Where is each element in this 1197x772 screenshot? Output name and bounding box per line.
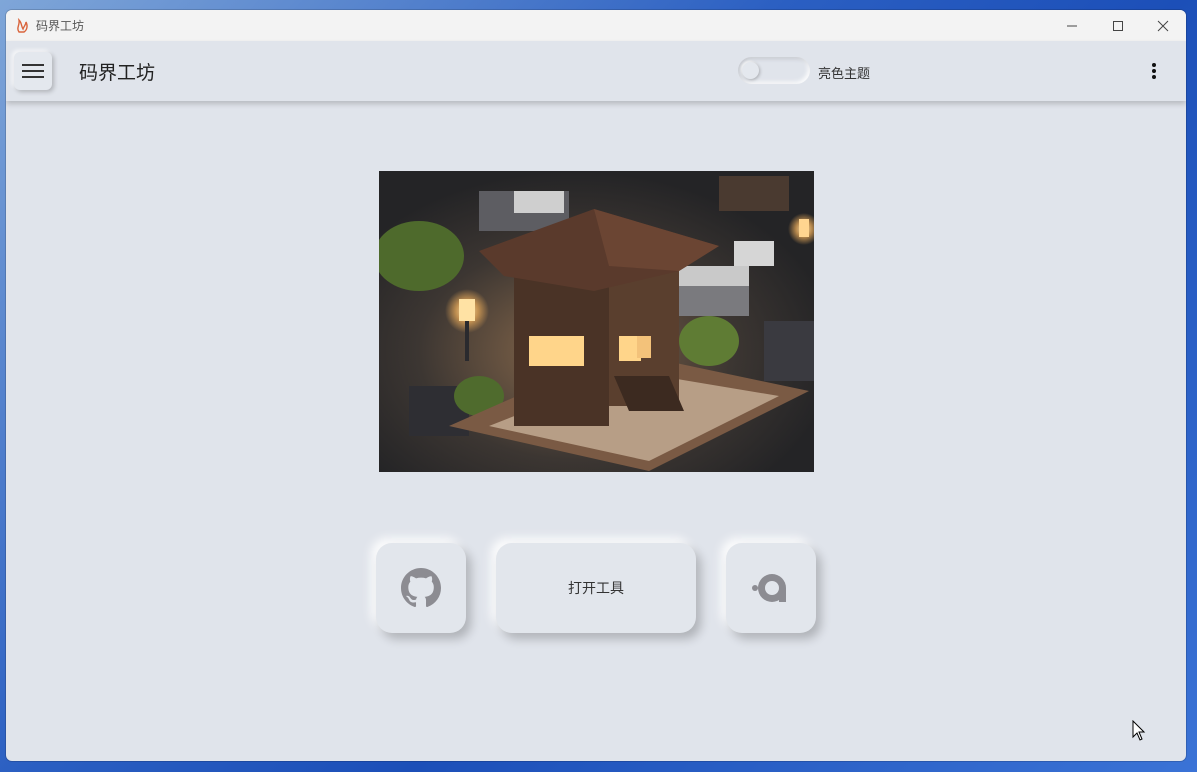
more-vertical-icon <box>1152 63 1156 79</box>
open-tool-button[interactable]: 打开工具 <box>496 543 696 633</box>
theme-toggle-switch[interactable] <box>738 57 810 84</box>
github-icon <box>401 568 441 608</box>
close-icon <box>1157 20 1169 31</box>
minimize-icon <box>1067 25 1077 26</box>
maximize-button[interactable] <box>1095 10 1141 41</box>
app-title: 码界工坊 <box>79 62 156 84</box>
toggle-knob <box>742 62 759 79</box>
minimize-button[interactable] <box>1049 10 1095 41</box>
secondary-link-button[interactable] <box>726 543 816 633</box>
gitee-style-icon <box>752 574 786 602</box>
window-title: 码界工坊 <box>36 19 85 33</box>
hamburger-menu-icon <box>22 64 44 78</box>
window-titlebar[interactable]: 码界工坊 <box>6 10 1186 42</box>
maximize-icon <box>1113 20 1123 31</box>
close-button[interactable] <box>1140 10 1186 41</box>
menu-button[interactable] <box>14 52 52 90</box>
voxel-house-illustration <box>379 171 814 472</box>
hero-image <box>379 171 814 472</box>
app-bar: 码界工坊 亮色主题 <box>6 41 1186 101</box>
theme-toggle-label: 亮色主题 <box>818 67 871 82</box>
app-window: 码界工坊 码界工坊 亮色主题 打开工具 <box>6 10 1186 761</box>
open-tool-label: 打开工具 <box>568 581 624 597</box>
app-logo-icon <box>17 17 28 33</box>
github-button[interactable] <box>376 543 466 633</box>
more-options-button[interactable] <box>1144 58 1164 84</box>
mouse-cursor-icon <box>1132 720 1146 741</box>
